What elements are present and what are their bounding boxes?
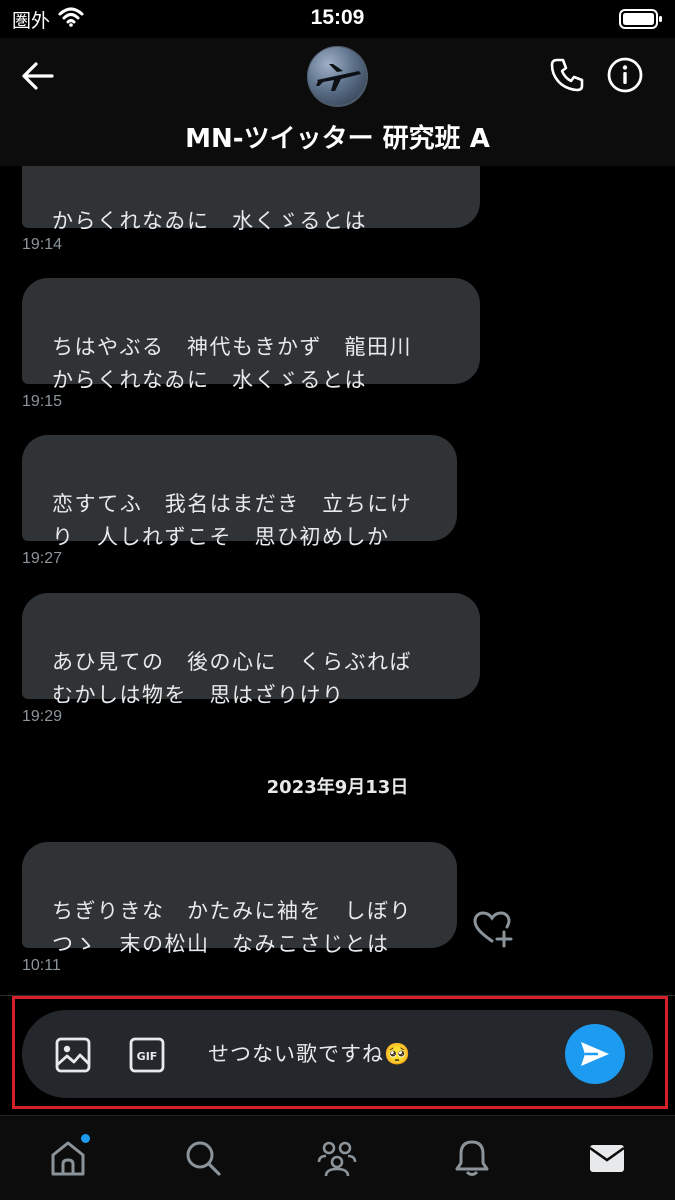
group-avatar[interactable]: [307, 46, 368, 107]
bottom-tab-bar: [0, 1115, 675, 1200]
image-icon: [55, 1037, 91, 1073]
dm-conversation-screen: からくれなゐに 水くゞるとは 19:14 ちはやぶる 神代もきかず 龍田川 から…: [0, 0, 675, 1200]
message-bubble[interactable]: あひ見ての 後の心に くらぶれば むかしは物を 思はざりけり: [22, 593, 480, 707]
message-time: 19:14: [22, 236, 63, 253]
call-button[interactable]: [546, 54, 588, 96]
mail-icon: [589, 1145, 625, 1172]
conversation-header: MN-ツイッター 研究班 A: [0, 38, 675, 166]
message-time: 19:15: [22, 393, 63, 410]
bell-icon: [455, 1140, 489, 1176]
message-time: 19:27: [22, 550, 63, 567]
tab-search[interactable]: [181, 1136, 225, 1180]
message-input[interactable]: せつない歌ですね🥺: [208, 1034, 568, 1074]
back-button[interactable]: [18, 58, 58, 94]
add-reaction-heart-icon[interactable]: [472, 908, 514, 948]
phone-icon: [550, 58, 584, 92]
message-text: ちぎりきな かたみに袖を しぼり つゝ 末の松山 なみこさじとは: [52, 899, 412, 956]
tab-home[interactable]: [46, 1134, 90, 1180]
message-text: からくれなゐに 水くゞるとは: [52, 209, 367, 233]
add-image-button[interactable]: [54, 1036, 92, 1074]
send-button[interactable]: [565, 1024, 625, 1084]
gif-icon: GIF: [129, 1037, 165, 1073]
communities-icon: [317, 1141, 357, 1177]
date-separator: 2023年9月13日: [266, 777, 409, 798]
battery-icon: [619, 8, 663, 34]
info-button[interactable]: [604, 54, 646, 96]
message-text: 恋すてふ 我名はまだき 立ちにけ り 人しれずこそ 思ひ初めしか: [52, 492, 413, 549]
back-arrow-icon: [22, 62, 54, 90]
add-gif-button[interactable]: GIF: [128, 1036, 166, 1074]
tab-communities[interactable]: [315, 1136, 359, 1180]
message-text: ちはやぶる 神代もきかず 龍田川 からくれなゐに 水くゞるとは: [52, 335, 412, 392]
message-time: 10:11: [22, 957, 61, 974]
tab-notifications[interactable]: [450, 1136, 494, 1180]
message-bubble[interactable]: ちはやぶる 神代もきかず 龍田川 からくれなゐに 水くゞるとは: [22, 278, 480, 392]
svg-text:GIF: GIF: [137, 1050, 158, 1063]
notification-dot: [81, 1134, 90, 1143]
home-icon: [51, 1141, 85, 1176]
conversation-title: MN-ツイッター 研究班 A: [185, 124, 490, 154]
message-bubble[interactable]: ちぎりきな かたみに袖を しぼり つゝ 末の松山 なみこさじとは: [22, 842, 457, 956]
message-bubble[interactable]: 恋すてふ 我名はまだき 立ちにけ り 人しれずこそ 思ひ初めしか: [22, 435, 457, 549]
status-bar: 圏外 15:09: [0, 0, 675, 38]
info-icon: [607, 57, 643, 93]
clock: 15:09: [310, 6, 365, 29]
airplane-icon: [307, 46, 368, 107]
send-icon: [581, 1042, 609, 1066]
search-icon: [186, 1141, 221, 1176]
tab-messages[interactable]: [585, 1136, 629, 1180]
message-time: 19:29: [22, 708, 63, 725]
message-text: あひ見ての 後の心に くらぶれば むかしは物を 思はざりけり: [52, 650, 412, 707]
message-composer: GIF せつない歌ですね🥺: [22, 1010, 653, 1098]
